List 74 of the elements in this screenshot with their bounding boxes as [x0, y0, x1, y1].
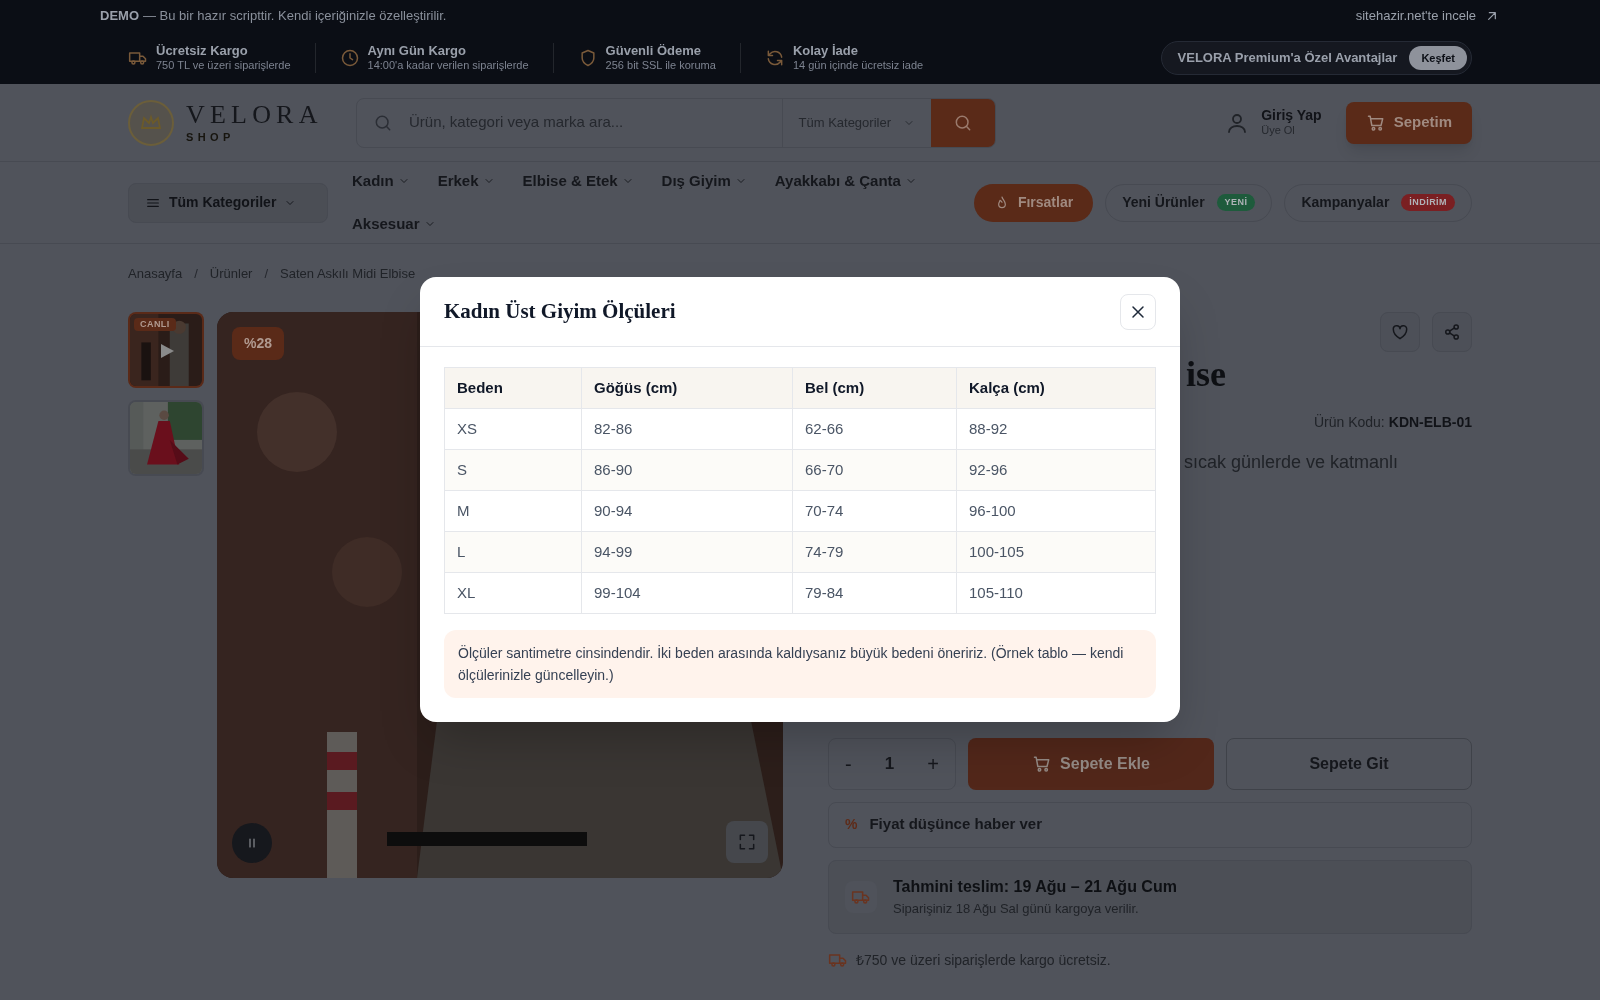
cart-button[interactable]: Sepetim	[1345, 101, 1472, 144]
table-cell: 70-74	[792, 490, 957, 532]
table-cell: 86-90	[581, 449, 793, 491]
all-categories-button[interactable]: Tüm Kategoriler	[128, 182, 328, 223]
feature-subtitle: 14 gün içinde ücretsiz iade	[792, 59, 924, 73]
share-button[interactable]	[1432, 311, 1472, 352]
search-button[interactable]	[931, 98, 995, 147]
gallery-thumbnail[interactable]: CANLI	[128, 311, 204, 388]
table-cell: 66-70	[792, 449, 957, 491]
modal-title: Kadın Üst Giyim Ölçüleri	[444, 297, 676, 325]
delivery-title: Tahmini teslim: 19 Ağu – 21 Ağu Cum	[893, 876, 1177, 897]
nav-link[interactable]: Kadın	[352, 170, 410, 193]
table-cell: 90-94	[581, 490, 793, 532]
feature-subtitle: 256 bit SSL ile koruma	[605, 59, 716, 73]
table-cell: 74-79	[792, 531, 957, 573]
table-cell: L	[444, 531, 582, 573]
decrement-button[interactable]: -	[845, 748, 852, 779]
feature-title: Aynı Gün Kargo	[367, 43, 467, 60]
breadcrumb-separator: /	[194, 265, 198, 283]
table-cell: 79-84	[792, 572, 957, 614]
feature-subtitle: 750 TL ve üzeri siparişlerde	[156, 59, 291, 73]
crown-logo-icon	[128, 99, 174, 146]
product-title: ise	[1186, 355, 1226, 392]
nav-link[interactable]: Ayakkabı & Çanta	[774, 170, 917, 193]
table-cell: 82-86	[581, 408, 793, 450]
promo-badge: YENİ	[1216, 193, 1256, 212]
table-cell: 94-99	[581, 531, 793, 573]
table-cell: S	[444, 449, 582, 491]
go-to-cart-button[interactable]: Sepete Git	[1226, 737, 1472, 790]
table-cell: 100-105	[956, 531, 1156, 573]
feature-title: Ücretsiz Kargo	[156, 43, 249, 60]
column-header: Bel (cm)	[792, 367, 957, 409]
percent-icon: %	[845, 814, 858, 835]
column-header: Beden	[444, 367, 582, 409]
nav-link[interactable]: Erkek	[437, 170, 495, 193]
premium-text: VELORA Premium'a Özel Avantajlar	[1177, 49, 1398, 68]
size-note: Ölçüler santimetre cinsindendir. İki beden arasında kaldıysanız büyük bedeni öneririz. (Örnek tablo — kendi ölçülerinizle güncelleyin.)	[444, 630, 1156, 698]
product-code: KDN-ELB-01	[1388, 412, 1472, 432]
feature-title: Güvenli Ödeme	[605, 43, 702, 60]
table-cell: 62-66	[792, 408, 957, 450]
demo-text: — Bu bir hazır scripttir. Kendi içeriğinizle özelleştirilir.	[143, 7, 447, 26]
table-cell: XS	[444, 408, 582, 450]
feature-title: Kolay İade	[792, 43, 859, 60]
quantity-field[interactable]: 1	[884, 750, 895, 777]
table-cell: 96-100	[956, 490, 1156, 532]
breadcrumb-separator: /	[264, 265, 269, 283]
discount-badge: %28	[232, 326, 285, 360]
nav-link[interactable]: Dış Giyim	[661, 170, 747, 193]
demo-label: DEMO	[100, 7, 139, 26]
nav-link[interactable]: Aksesuar	[352, 212, 436, 235]
column-header: Göğüs (cm)	[581, 367, 793, 409]
price-alert-button[interactable]: % Fiyat düşünce haber ver	[828, 801, 1472, 848]
site-link[interactable]: sitehazir.net'te incele	[1355, 6, 1500, 26]
fullscreen-button[interactable]	[726, 820, 768, 863]
nav-link[interactable]: Elbise & Etek	[522, 170, 634, 193]
increment-button[interactable]: +	[927, 748, 939, 779]
table-cell: 92-96	[956, 449, 1156, 491]
table-cell: 99-104	[581, 572, 793, 614]
feature-subtitle: 14:00'a kadar verilen siparişlerde	[367, 59, 529, 73]
favorite-button[interactable]	[1380, 311, 1420, 352]
table-cell: 88-92	[956, 408, 1156, 450]
logo-tagline: SHOP	[186, 132, 236, 143]
table-cell: 105-110	[956, 572, 1156, 614]
table-cell: M	[444, 490, 582, 532]
column-header: Kalça (cm)	[956, 367, 1156, 409]
deals-button[interactable]: Fırsatlar	[973, 183, 1094, 222]
logo-name: VELORA	[186, 102, 323, 128]
promo-badge: İNDİRİM	[1401, 193, 1455, 212]
clock-icon	[339, 48, 360, 68]
add-to-cart-button[interactable]: Sepete Ekle	[968, 737, 1214, 790]
share-icon	[1442, 321, 1462, 342]
close-button[interactable]	[1120, 293, 1156, 330]
discover-button[interactable]: Keşfet	[1409, 45, 1467, 71]
table-cell: XL	[444, 572, 582, 614]
